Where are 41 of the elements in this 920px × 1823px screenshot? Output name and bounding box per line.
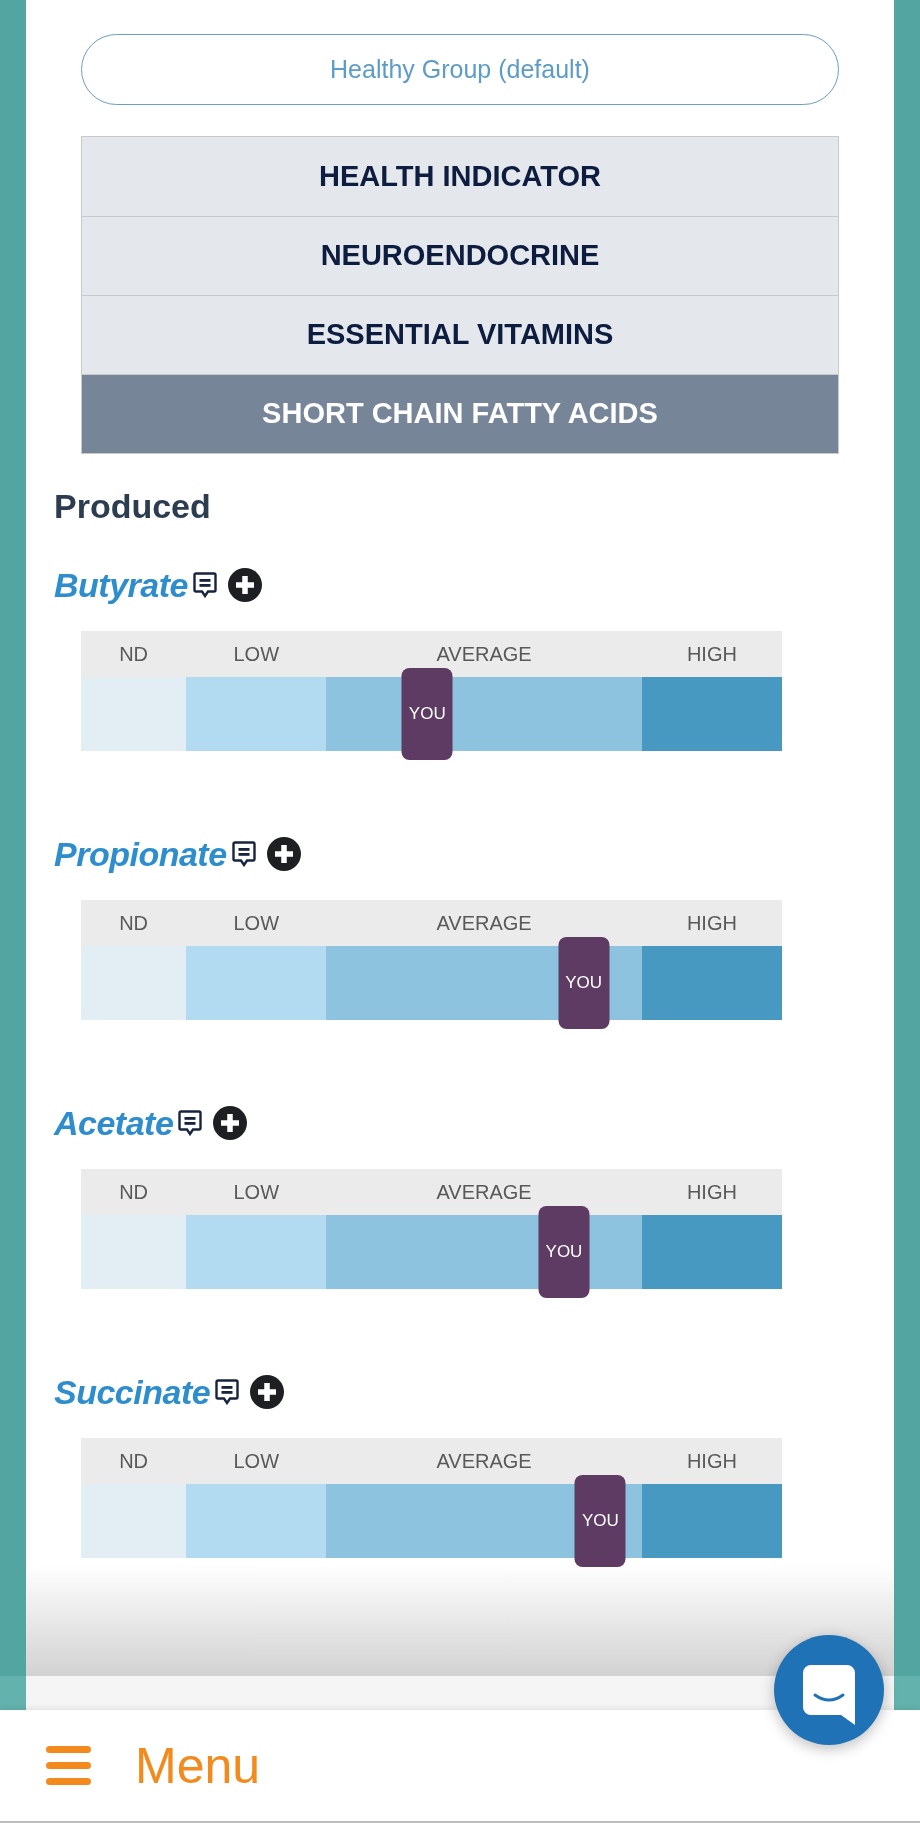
range-label: AVERAGE bbox=[436, 911, 532, 936]
section-heading: Produced bbox=[54, 485, 211, 527]
range-label: ND bbox=[119, 911, 148, 936]
category-tab[interactable]: NEUROENDOCRINE bbox=[82, 216, 838, 295]
plus-icon[interactable] bbox=[213, 1106, 248, 1140]
range-label: AVERAGE bbox=[436, 1180, 532, 1205]
category-tab[interactable]: HEALTH INDICATOR bbox=[82, 137, 838, 216]
range-label: ND bbox=[119, 1449, 148, 1474]
menu-icon bbox=[46, 1746, 91, 1785]
chat-icon bbox=[803, 1665, 855, 1725]
plus-icon[interactable] bbox=[266, 837, 301, 871]
range-label: AVERAGE bbox=[436, 1449, 532, 1474]
range-label: HIGH bbox=[686, 642, 737, 667]
biomarker-name[interactable]: Propionate bbox=[54, 837, 227, 871]
plus-icon[interactable] bbox=[250, 1375, 285, 1409]
biomarker-name[interactable]: Acetate bbox=[54, 1106, 174, 1140]
note-icon[interactable] bbox=[178, 1110, 203, 1136]
range-label: HIGH bbox=[686, 911, 737, 936]
note-icon[interactable] bbox=[231, 841, 256, 867]
note-icon[interactable] bbox=[215, 1379, 240, 1405]
range-label: LOW bbox=[233, 911, 279, 936]
range-label: AVERAGE bbox=[436, 642, 532, 667]
range-label: LOW bbox=[233, 1180, 279, 1205]
range-label: HIGH bbox=[686, 1449, 737, 1474]
range-label: LOW bbox=[233, 1449, 279, 1474]
you-marker: YOU bbox=[401, 668, 453, 760]
note-icon[interactable] bbox=[192, 572, 217, 598]
biomarker-name[interactable]: Succinate bbox=[54, 1375, 211, 1409]
plus-icon[interactable] bbox=[227, 568, 262, 602]
category-tab[interactable]: SHORT CHAIN FATTY ACIDS bbox=[82, 374, 838, 453]
you-marker: YOU bbox=[574, 1475, 626, 1567]
you-marker: YOU bbox=[538, 1206, 590, 1298]
menu-button[interactable]: Menu bbox=[46, 1740, 261, 1791]
biomarker-name[interactable]: Butyrate bbox=[54, 568, 188, 602]
you-marker: YOU bbox=[558, 937, 610, 1029]
range-label: HIGH bbox=[686, 1180, 737, 1205]
range-label: ND bbox=[119, 642, 148, 667]
range-label: ND bbox=[119, 1180, 148, 1205]
range-label: LOW bbox=[233, 642, 279, 667]
category-tab[interactable]: ESSENTIAL VITAMINS bbox=[82, 295, 838, 374]
comparison-group-button[interactable]: Healthy Group (default) bbox=[81, 34, 839, 105]
